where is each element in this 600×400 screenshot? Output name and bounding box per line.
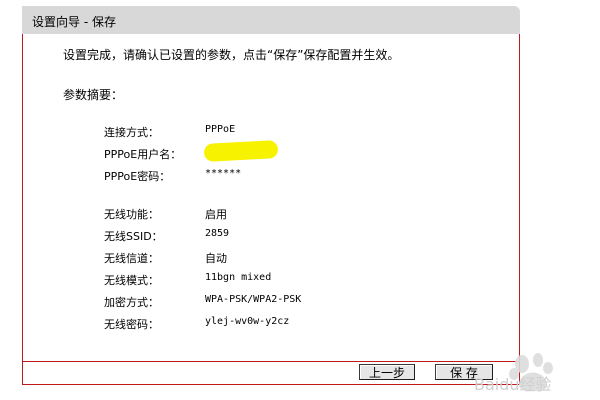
summary-value: 2859: [205, 228, 230, 239]
page-top-strip: [0, 0, 600, 4]
bottom-strip: [0, 388, 600, 400]
intro-text: 设置完成，请确认已设置的参数，点击“保存”保存配置并生效。: [63, 48, 400, 62]
summary-label: 无线功能：: [104, 208, 159, 221]
wizard-panel: 设置完成，请确认已设置的参数，点击“保存”保存配置并生效。 参数摘要： 连接方式…: [22, 34, 520, 385]
summary-label: 无线SSID：: [104, 230, 163, 243]
summary-label: PPPoE用户名：: [104, 148, 182, 161]
right-blank-area: [520, 6, 600, 390]
summary-label: 无线密码：: [104, 318, 159, 331]
summary-value: ylej-wv0w-y2cz: [205, 316, 290, 327]
page-title: 设置向导 - 保存: [32, 15, 116, 29]
summary-label: 连接方式：: [104, 126, 159, 139]
save-button[interactable]: 保 存: [435, 364, 493, 380]
summary-value: ******: [205, 168, 242, 179]
summary-value: WPA-PSK/WPA2-PSK: [205, 294, 302, 305]
summary-value: 启用: [205, 208, 227, 221]
summary-value: 11bgn mixed: [205, 272, 272, 283]
button-bar: 上一步 保 存: [23, 361, 519, 384]
summary-value: PPPoE: [205, 124, 236, 135]
previous-step-button[interactable]: 上一步: [359, 364, 415, 380]
summary-label: 无线信道：: [104, 252, 159, 265]
redaction-highlight: [203, 140, 279, 162]
summary-title: 参数摘要：: [63, 88, 124, 102]
summary-label: 加密方式：: [104, 296, 159, 309]
summary-label: PPPoE密码：: [104, 170, 171, 183]
title-bar: 设置向导 - 保存: [22, 6, 520, 34]
summary-label: 无线模式：: [104, 274, 159, 287]
summary-value: 自动: [205, 252, 227, 265]
